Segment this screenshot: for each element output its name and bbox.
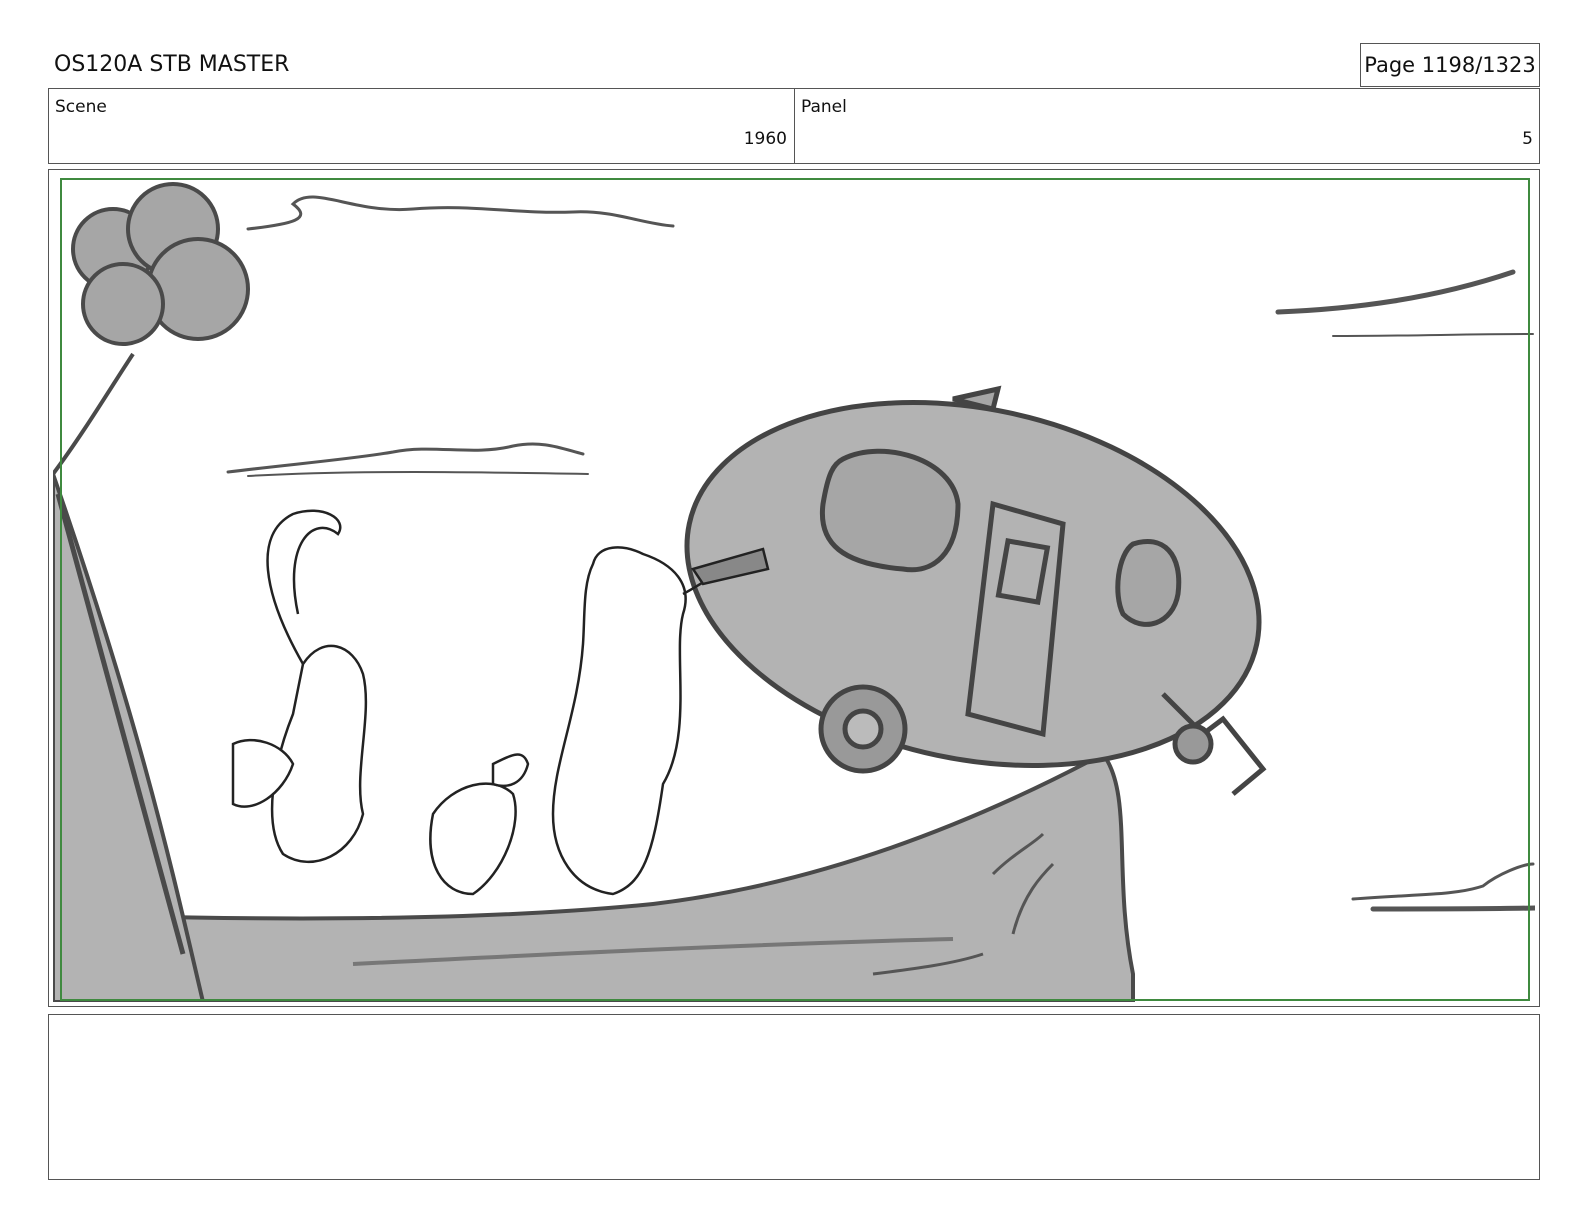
tree — [53, 182, 250, 1002]
page-number: Page 1198/1323 — [1360, 43, 1540, 87]
scene-label: Scene — [55, 97, 107, 117]
scene-value: 1960 — [743, 129, 787, 149]
panel-value: 5 — [1522, 129, 1533, 149]
info-row: Scene 1960 Panel 5 — [48, 88, 1540, 164]
trailer — [684, 385, 1267, 796]
panel-label: Panel — [801, 97, 847, 117]
storyboard-sketch — [53, 182, 1535, 1002]
scene-cell: Scene 1960 — [49, 89, 795, 163]
storyboard-frame — [48, 169, 1540, 1007]
notes-box — [48, 1014, 1540, 1180]
panel-cell: Panel 5 — [795, 89, 1540, 163]
document-title: OS120A STB MASTER — [54, 52, 290, 77]
